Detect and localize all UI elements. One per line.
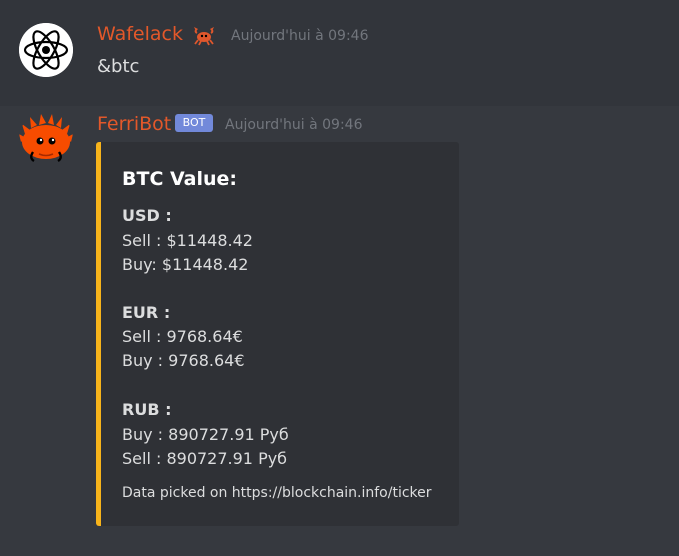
usd-sell: Sell : $11448.42 [122, 231, 253, 250]
author-name[interactable]: FerriBot [97, 113, 171, 135]
message-timestamp: Aujourd'hui à 09:46 [225, 117, 363, 133]
btc-embed: BTC Value: USD : Sell : $11448.42 Buy: $… [96, 142, 459, 526]
embed-footer: Data picked on https://blockchain.info/t… [122, 485, 432, 501]
rub-buy: Buy : 890727.91 Руб [122, 425, 289, 444]
usd-buy: Buy: $11448.42 [122, 255, 249, 274]
embed-title: BTC Value: [122, 168, 238, 190]
eur-sell: Sell : 9768.64€ [122, 327, 243, 346]
author-name[interactable]: Wafelack [97, 23, 183, 45]
ferris-crab-icon[interactable] [19, 112, 73, 166]
atom-icon[interactable] [19, 23, 73, 77]
eur-buy: Buy : 9768.64€ [122, 351, 245, 370]
usd-label: USD : [122, 206, 172, 225]
rub-sell: Sell : 890727.91 Руб [122, 449, 288, 468]
eur-label: EUR : [122, 303, 171, 322]
message-timestamp: Aujourd'hui à 09:46 [231, 28, 369, 44]
bot-tag: BOT [175, 114, 213, 132]
message-content: &btc [97, 56, 140, 77]
crab-icon [193, 24, 215, 50]
message-wafelack: Wafelack Aujourd'hui à 09:46 &btc [0, 0, 679, 106]
rub-label: RUB : [122, 400, 172, 419]
